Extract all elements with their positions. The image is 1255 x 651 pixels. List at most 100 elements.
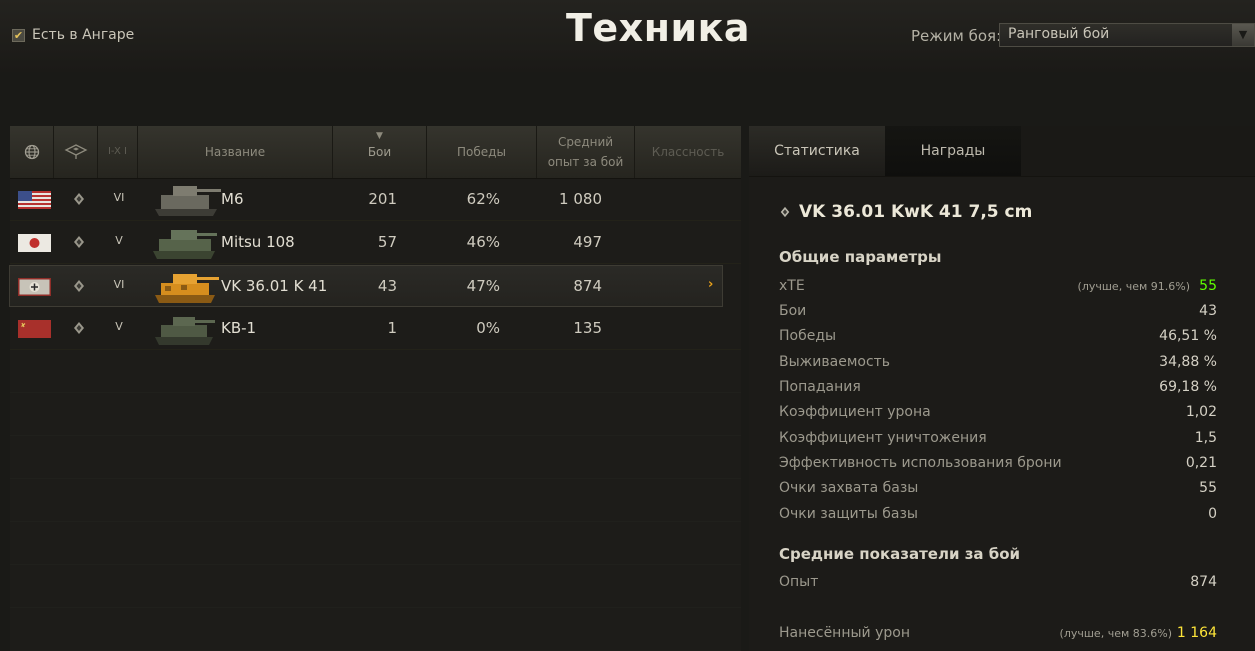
usa-flag-icon [18, 191, 51, 209]
tank-name: KB-1 [221, 319, 257, 337]
stat-value: 874 [1190, 574, 1217, 590]
chevron-down-icon[interactable]: ▼ [1232, 24, 1254, 46]
medium-tank-icon [74, 236, 84, 248]
table-row-selected[interactable]: VI VK 36.01 K 41 43 47% 874 › [9, 265, 723, 307]
stat-label: xTE [779, 278, 805, 294]
avg-exp-value: 874 [573, 277, 602, 295]
stat-value: 34,88 % [1159, 354, 1217, 370]
column-avg-exp-label: Средний опыт за бой [547, 135, 624, 169]
wins-value: 62% [466, 190, 500, 208]
details-panel: Статистика Награды VK 36.01 KwK 41 7,5 c… [749, 126, 1255, 651]
stat-avg-damage: Нанесённый урон (лучше, чем 83.6%) 1 164 [779, 625, 1217, 645]
column-nation[interactable] [10, 126, 54, 178]
tank-image [155, 186, 221, 216]
stat-label: Нанесённый урон [779, 625, 910, 641]
stat-value: 0 [1208, 506, 1217, 522]
empty-row [10, 351, 741, 393]
table-row[interactable]: VI M6 201 62% 1 080 [10, 179, 741, 221]
stat-value: 55 [1199, 278, 1217, 294]
stat-value: 1,02 [1185, 404, 1217, 420]
empty-row [10, 609, 741, 651]
stat-label: Победы [779, 328, 837, 344]
battles-value: 43 [377, 277, 397, 295]
stat-value: 46,51 % [1159, 328, 1217, 344]
stat-label: Очки захвата базы [779, 480, 919, 496]
table-header: I-X I Название ▼ Бои Победы Средний опыт… [10, 126, 741, 179]
wins-value: 0% [476, 319, 500, 337]
stat-label: Эффективность использования брони [779, 455, 1062, 471]
stat-damage-ratio: Коэффициент урона 1,02 [779, 404, 1217, 424]
tank-name: VK 36.01 K 41 [221, 277, 328, 295]
column-avg-exp[interactable]: Средний опыт за бой [537, 126, 635, 178]
column-class[interactable]: Классность [635, 126, 741, 178]
stat-xte: xTE (лучше, чем 91.6%) 55 [779, 278, 1217, 298]
heavy-tank-icon [780, 206, 790, 218]
heavy-tank-icon [74, 280, 84, 292]
stat-note: (лучше, чем 91.6%) [1077, 280, 1190, 293]
stat-avg-exp: Опыт 874 [779, 574, 1217, 594]
stat-label: Коэффициент урона [779, 404, 931, 420]
stat-note: (лучше, чем 83.6%) [1059, 627, 1172, 640]
tank-name: Mitsu 108 [221, 233, 295, 251]
heavy-tank-icon [74, 193, 84, 205]
avg-exp-value: 497 [573, 233, 602, 251]
stat-hits: Попадания 69,18 % [779, 379, 1217, 399]
column-tier[interactable]: I-X I [98, 126, 138, 178]
vehicle-title: VK 36.01 KwK 41 7,5 cm [779, 202, 1032, 222]
battles-value: 1 [387, 319, 397, 337]
avg-exp-value: 135 [573, 319, 602, 337]
empty-row [10, 566, 741, 608]
column-wins[interactable]: Победы [427, 126, 537, 178]
general-params-title: Общие параметры [779, 248, 942, 266]
battle-mode-value: Ранговый бой [1008, 26, 1110, 42]
tier-label: V [115, 320, 123, 333]
stat-battles: Бои 43 [779, 303, 1217, 323]
stat-label: Очки защиты базы [779, 506, 918, 522]
stat-wins: Победы 46,51 % [779, 328, 1217, 348]
stat-label: Попадания [779, 379, 861, 395]
stat-defense-points: Очки защиты базы 0 [779, 506, 1217, 526]
germany-flag-icon [18, 278, 51, 296]
tier-label: V [115, 234, 123, 247]
sort-descending-icon: ▼ [376, 131, 383, 141]
stat-value: 55 [1199, 480, 1217, 496]
column-type[interactable] [54, 126, 98, 178]
table-row[interactable]: V KB-1 1 0% 135 [10, 308, 741, 350]
vehicle-type-icon [64, 144, 87, 159]
stat-label: Коэффициент уничтожения [779, 430, 987, 446]
empty-row [10, 437, 741, 479]
stat-label: Опыт [779, 574, 819, 590]
stat-value: 0,21 [1185, 455, 1217, 471]
tank-image [155, 317, 215, 345]
stat-value: 69,18 % [1159, 379, 1217, 395]
wins-value: 46% [466, 233, 500, 251]
stat-value: 1 164 [1176, 625, 1217, 641]
tab-awards[interactable]: Награды [885, 126, 1021, 176]
stat-label: Бои [779, 303, 807, 319]
table-row[interactable]: V Mitsu 108 57 46% 497 [10, 222, 741, 264]
battle-mode-dropdown[interactable]: Ранговый бой ▼ [999, 23, 1255, 47]
tank-image [153, 230, 217, 259]
wins-value: 47% [466, 277, 500, 295]
details-tabs: Статистика Награды [749, 126, 1255, 177]
ussr-flag-icon [18, 320, 51, 338]
stat-value: 43 [1199, 303, 1217, 319]
stat-survival: Выживаемость 34,88 % [779, 354, 1217, 374]
tab-statistics[interactable]: Статистика [749, 126, 885, 176]
top-bar: ✔ Есть в Ангаре Техника Режим боя: Ранго… [0, 0, 1255, 72]
globe-icon [24, 144, 39, 160]
japan-flag-icon [18, 234, 51, 252]
tier-label: VI [113, 191, 125, 204]
avg-params-title: Средние показатели за бой [779, 545, 1021, 563]
column-battles[interactable]: ▼ Бои [333, 126, 427, 178]
tier-label: VI [113, 278, 125, 291]
tank-image [155, 274, 219, 303]
stat-kill-ratio: Коэффициент уничтожения 1,5 [779, 430, 1217, 450]
column-name[interactable]: Название [138, 126, 333, 178]
stat-label: Выживаемость [779, 354, 891, 370]
battles-value: 57 [377, 233, 397, 251]
empty-row [10, 480, 741, 522]
vehicle-table: I-X I Название ▼ Бои Победы Средний опыт… [9, 126, 741, 651]
heavy-tank-icon [74, 322, 84, 334]
chevron-right-icon: › [708, 277, 714, 292]
